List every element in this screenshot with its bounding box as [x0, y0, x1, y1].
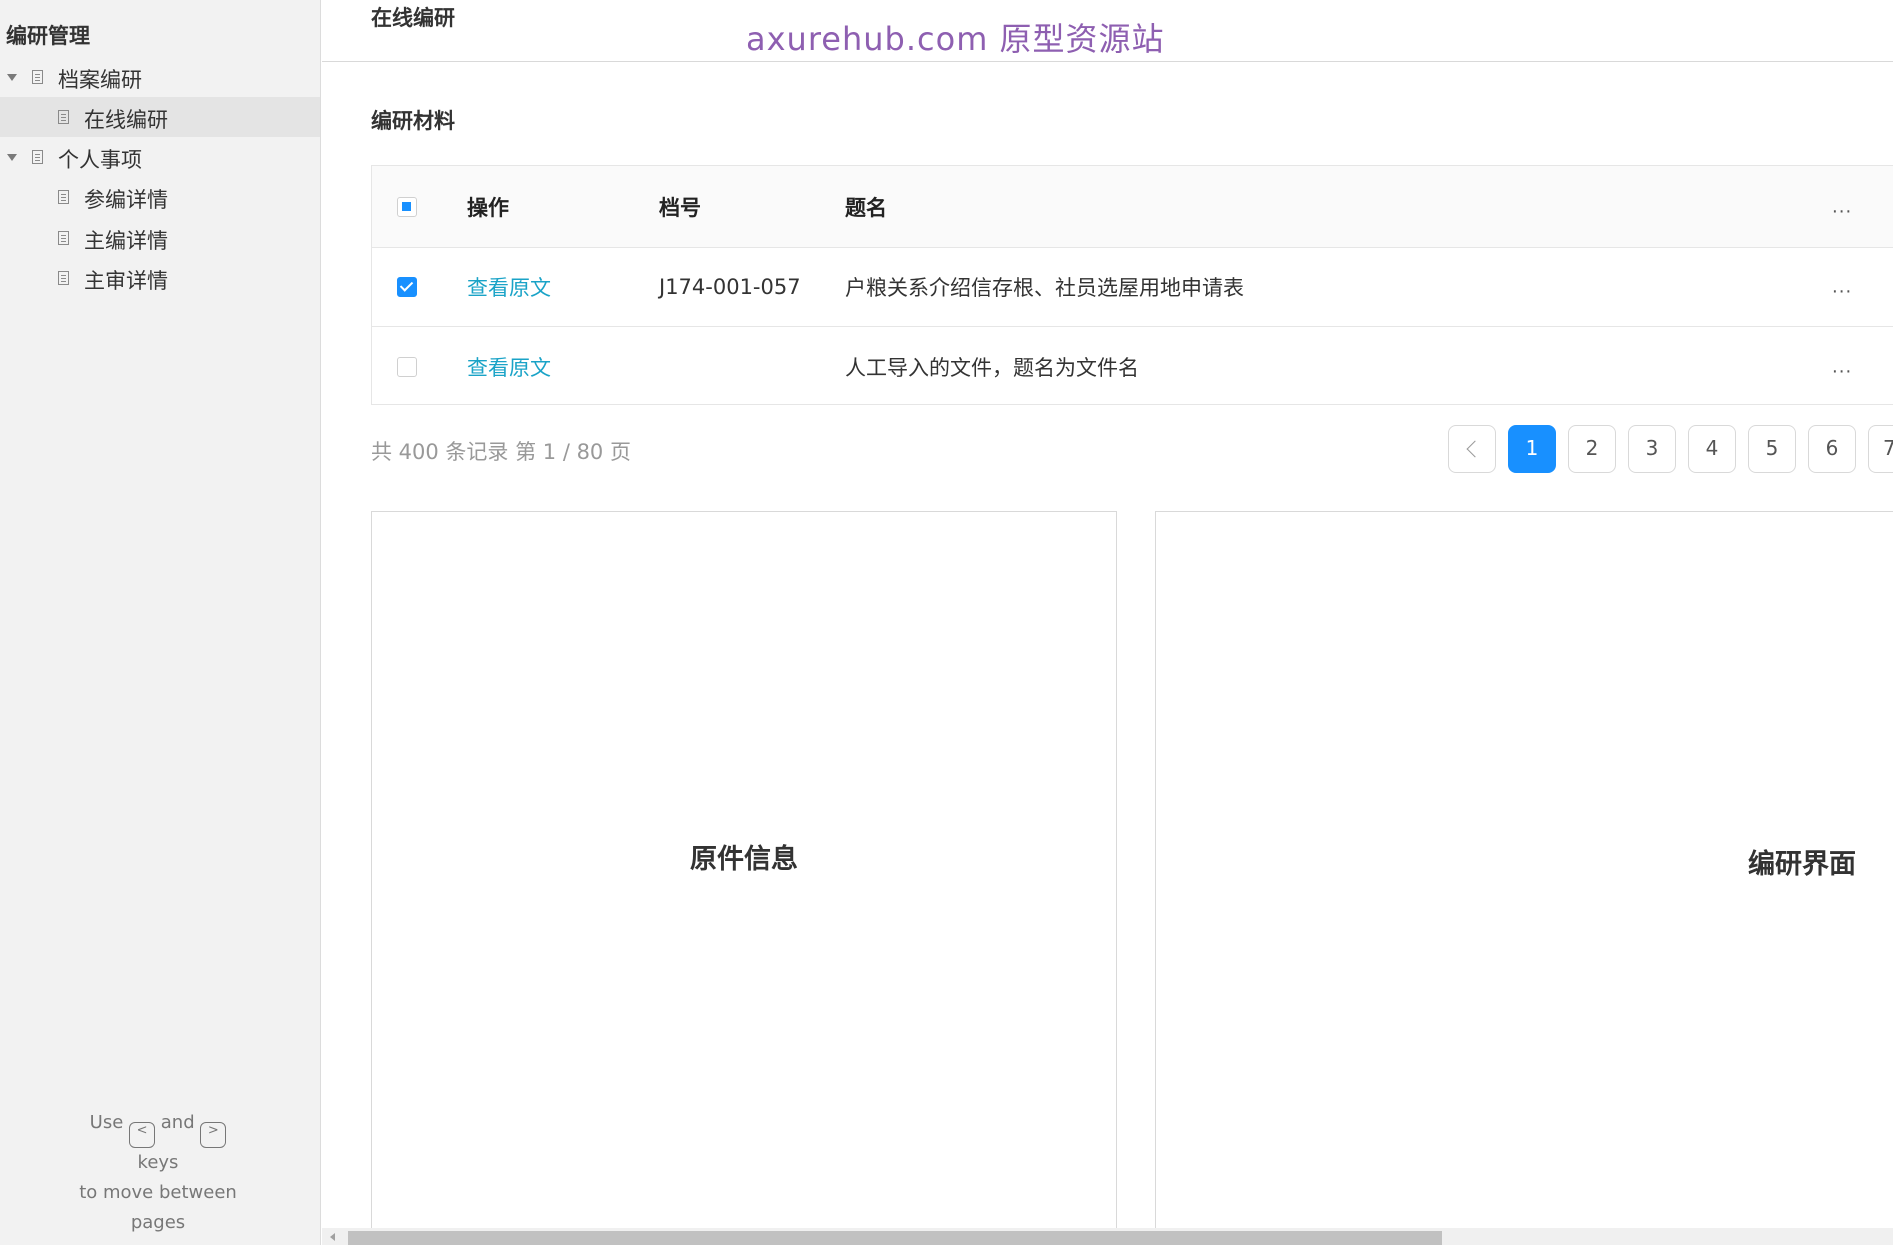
- page-icon: [58, 271, 69, 285]
- sidebar-item-label: 档案编研: [58, 68, 142, 92]
- keyboard-navigation-hint: Use < and > keys to move between pages: [0, 1108, 316, 1238]
- table-header: 操作 档号 题名 ...: [372, 166, 1893, 248]
- expand-arrow-icon[interactable]: [7, 154, 17, 161]
- column-header-title: 题名: [845, 195, 887, 220]
- sidebar-item-label: 主编详情: [84, 229, 168, 253]
- sidebar-item-label: 参编详情: [84, 188, 168, 212]
- hint-keys-text: keys: [137, 1152, 179, 1173]
- row-checkbox[interactable]: [397, 356, 417, 377]
- view-original-link[interactable]: 查看原文: [467, 352, 551, 382]
- document-title: 人工导入的文件，题名为文件名: [845, 355, 1139, 380]
- column-header-archive-no: 档号: [659, 195, 701, 220]
- page-button-1[interactable]: 1: [1508, 425, 1556, 473]
- page-button-6[interactable]: 6: [1808, 425, 1856, 473]
- column-header-operation: 操作: [467, 195, 509, 220]
- sidebar-item-label: 主审详情: [84, 269, 168, 293]
- sidebar-item-editor-details[interactable]: 主编详情: [0, 218, 320, 258]
- table-row: 查看原文 人工导入的文件，题名为文件名 ...: [372, 327, 1893, 406]
- sidebar: 编研管理 档案编研 在线编研 个人事项 参编详情 主编详情 主审详情 Use <…: [0, 0, 321, 1245]
- page-title: 在线编研: [371, 6, 455, 30]
- compilation-panel: 编研界面: [1155, 511, 1893, 1245]
- scroll-left-icon[interactable]: [330, 1233, 335, 1241]
- hint-line3-text: to move between: [79, 1182, 237, 1203]
- section-title: 编研材料: [371, 109, 455, 133]
- sidebar-item-label: 在线编研: [84, 108, 168, 132]
- page-button-4[interactable]: 4: [1688, 425, 1736, 473]
- sidebar-item-participant-details[interactable]: 参编详情: [0, 177, 320, 217]
- expand-arrow-icon[interactable]: [7, 74, 17, 81]
- pagination-summary: 共 400 条记录 第 1 / 80 页: [371, 440, 631, 464]
- page-icon: [58, 110, 69, 124]
- scrollbar-thumb[interactable]: [348, 1231, 1442, 1245]
- table-row: 查看原文 J174-001-057 户粮关系介绍信存根、社员选屋用地申请表 ..…: [372, 247, 1893, 327]
- page-button-2[interactable]: 2: [1568, 425, 1616, 473]
- hint-use-text: Use: [89, 1112, 124, 1133]
- sidebar-item-archive-compilation[interactable]: 档案编研: [0, 57, 320, 97]
- original-info-panel: 原件信息: [371, 511, 1117, 1245]
- page-header: 在线编研 axurehub.com 原型资源站: [322, 0, 1893, 62]
- view-original-link[interactable]: 查看原文: [467, 272, 551, 302]
- materials-table: 操作 档号 题名 ... 查看原文 J174-001-057 户粮关系介绍信存根…: [371, 165, 1893, 405]
- page-icon: [32, 150, 43, 164]
- compilation-title: 编研界面: [1748, 849, 1856, 880]
- row-more-button[interactable]: ...: [1832, 276, 1852, 297]
- select-all-checkbox[interactable]: [397, 196, 417, 217]
- sidebar-title: 编研管理: [6, 24, 90, 48]
- left-key-icon: <: [129, 1122, 156, 1148]
- page-button-3[interactable]: 3: [1628, 425, 1676, 473]
- archive-number: J174-001-057: [659, 274, 801, 299]
- original-info-title: 原件信息: [690, 844, 798, 875]
- sidebar-item-personal-matters[interactable]: 个人事项: [0, 137, 320, 177]
- sidebar-item-reviewer-details[interactable]: 主审详情: [0, 258, 320, 298]
- page-button-5[interactable]: 5: [1748, 425, 1796, 473]
- hint-and-text: and: [160, 1112, 195, 1133]
- column-more-button[interactable]: ...: [1832, 196, 1852, 217]
- page-icon: [58, 190, 69, 204]
- horizontal-scrollbar[interactable]: [322, 1228, 1893, 1245]
- document-title: 户粮关系介绍信存根、社员选屋用地申请表: [845, 275, 1244, 300]
- page-icon: [32, 70, 43, 84]
- row-checkbox[interactable]: [397, 276, 417, 297]
- sidebar-item-online-compilation[interactable]: 在线编研: [0, 97, 320, 137]
- sidebar-item-label: 个人事项: [58, 148, 142, 172]
- chevron-left-icon: [1466, 440, 1483, 458]
- row-more-button[interactable]: ...: [1832, 356, 1852, 377]
- prev-page-button[interactable]: [1448, 425, 1496, 473]
- hint-line4-text: pages: [130, 1212, 186, 1233]
- page-icon: [58, 231, 69, 245]
- right-key-icon: >: [200, 1122, 227, 1148]
- watermark-text: axurehub.com 原型资源站: [746, 20, 1165, 58]
- page-button-7[interactable]: 7: [1868, 425, 1893, 473]
